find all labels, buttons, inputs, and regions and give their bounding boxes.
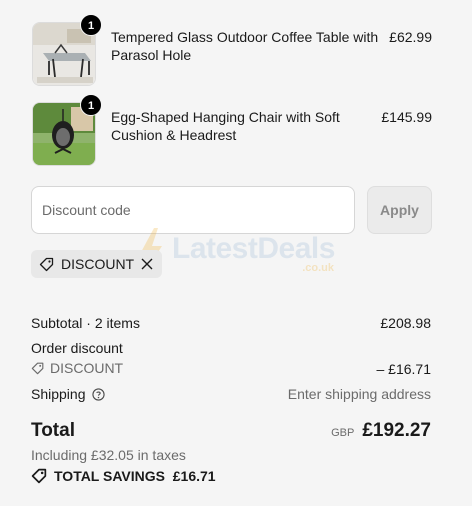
- shipping-row: Shipping Enter shipping address: [31, 385, 431, 403]
- close-icon: [141, 258, 153, 270]
- subtotal-label: Subtotal · 2 items: [31, 315, 140, 331]
- order-discount-label: Order discount: [31, 340, 123, 356]
- discount-value: – £16.71: [376, 361, 432, 377]
- product-thumbnail: 1: [32, 14, 102, 86]
- discount-code-line: DISCOUNT: [31, 360, 123, 376]
- product-title: Egg-Shaped Hanging Chair with Soft Cushi…: [111, 109, 340, 143]
- taxes-text: Including £32.05 in taxes: [31, 447, 186, 463]
- shipping-label: Shipping: [31, 386, 86, 402]
- line-item: 1 Tempered Glass Outdoor Coffee Table wi…: [32, 14, 432, 86]
- product-thumbnail: 1: [32, 94, 102, 166]
- applied-code-label: DISCOUNT: [61, 256, 135, 272]
- applied-discount-chip: DISCOUNT: [31, 250, 163, 278]
- product-price: £62.99: [389, 29, 432, 45]
- watermark-text: LatestDeals: [172, 232, 335, 265]
- quantity-badge: 1: [80, 94, 102, 116]
- remove-discount-button[interactable]: [140, 257, 154, 271]
- total-savings: TOTAL SAVINGS £16.71: [31, 467, 216, 484]
- help-icon[interactable]: [91, 387, 105, 401]
- watermark-domain: .co.uk: [302, 262, 334, 274]
- line-item: 1 Egg-Shaped Hanging Chair with Soft Cus…: [32, 94, 432, 166]
- discount-form: Apply: [31, 186, 432, 234]
- latestdeals-watermark: LatestDeals .co.uk: [136, 228, 346, 278]
- discount-code-name: DISCOUNT: [50, 360, 124, 376]
- total-amount-group: GBP £192.27: [331, 420, 431, 442]
- subtotal-row: Subtotal · 2 items £208.98: [31, 314, 431, 332]
- tag-icon: [31, 468, 47, 484]
- total-savings-text: TOTAL SAVINGS £16.71: [54, 467, 216, 484]
- total-value: £192.27: [362, 420, 431, 441]
- product-title: Tempered Glass Outdoor Coffee Table with…: [111, 29, 379, 63]
- shipping-value: Enter shipping address: [287, 386, 431, 402]
- discount-code-input[interactable]: [31, 186, 355, 234]
- tag-icon: [39, 256, 55, 272]
- tag-icon: [31, 362, 44, 375]
- currency-code: GBP: [331, 427, 355, 439]
- apply-button[interactable]: Apply: [367, 186, 432, 234]
- taxes-row: Including £32.05 in taxes: [31, 446, 431, 464]
- product-price: £145.99: [381, 109, 432, 125]
- subtotal-value: £208.98: [380, 315, 431, 331]
- quantity-badge: 1: [80, 14, 102, 36]
- total-label: Total: [31, 420, 75, 441]
- order-discount-row: Order discount: [31, 339, 431, 357]
